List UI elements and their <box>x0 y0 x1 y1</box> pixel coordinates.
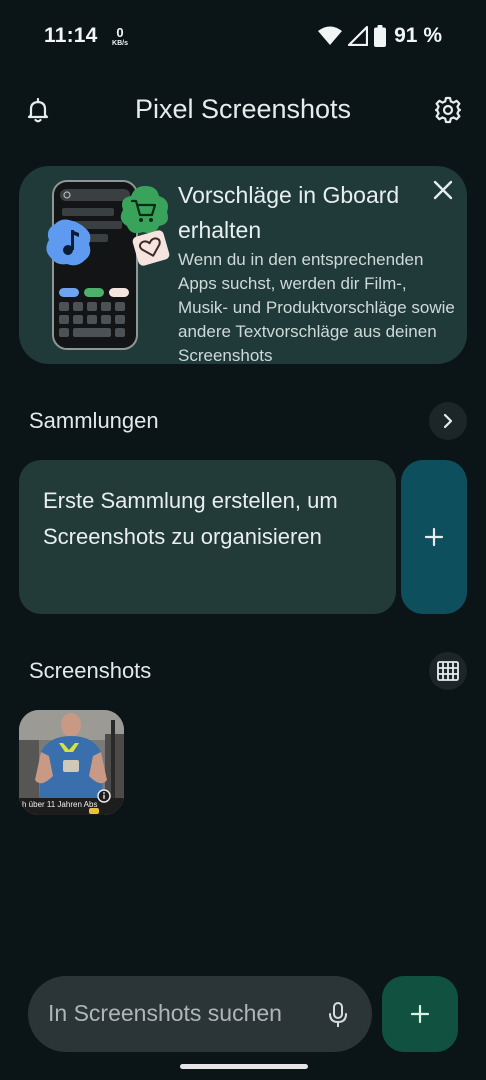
screenshots-heading: Screenshots <box>29 658 152 683</box>
plus-icon <box>424 527 444 547</box>
microphone-icon[interactable] <box>326 1002 350 1028</box>
gboard-suggestions-card[interactable]: Vorschläge in Gboard erhalten Wenn du in… <box>19 166 467 364</box>
promo-body: Wenn du in den entsprechenden Apps suchs… <box>178 250 455 364</box>
screenshot-thumbnail[interactable]: h über 11 Jahren Abs <box>19 710 124 815</box>
search-bar[interactable]: In Screenshots suchen <box>28 976 372 1052</box>
wifi-icon <box>318 26 343 45</box>
create-collection-text: Erste Sammlung erstellen, um Screenshots… <box>43 488 338 549</box>
net-speed-value: 0 <box>116 25 124 40</box>
status-bar: 11:14 0 KB/s 91 % <box>0 0 486 72</box>
close-icon[interactable] <box>431 178 455 202</box>
top-app-bar: Pixel Screenshots <box>0 86 486 134</box>
status-time: 11:14 <box>44 24 98 47</box>
grid-icon <box>437 661 459 681</box>
page-title: Pixel Screenshots <box>134 94 352 124</box>
search-input[interactable]: In Screenshots suchen <box>48 1000 282 1027</box>
collections-heading: Sammlungen <box>29 408 159 433</box>
grid-view-button[interactable] <box>429 652 467 690</box>
collections-more-button[interactable] <box>429 402 467 440</box>
net-speed: 0 KB/s <box>108 26 132 47</box>
add-collection-button[interactable] <box>401 460 467 614</box>
plus-icon <box>410 1004 430 1024</box>
chevron-right-icon <box>443 413 453 429</box>
create-collection-card[interactable]: Erste Sammlung erstellen, um Screenshots… <box>19 460 396 614</box>
net-speed-unit: KB/s <box>112 40 128 47</box>
thumbnail-caption: h über 11 Jahren Abs <box>22 800 98 809</box>
battery-icon <box>374 25 387 47</box>
gear-icon[interactable] <box>434 96 462 124</box>
phone-illustration <box>46 180 170 350</box>
status-icons: 91 % <box>318 24 442 48</box>
promo-title: Vorschläge in Gboard erhalten <box>178 182 400 243</box>
home-indicator[interactable] <box>180 1064 308 1069</box>
add-screenshot-fab[interactable] <box>382 976 458 1052</box>
battery-percent: 91 % <box>394 24 442 47</box>
cell-signal-icon <box>348 26 369 46</box>
